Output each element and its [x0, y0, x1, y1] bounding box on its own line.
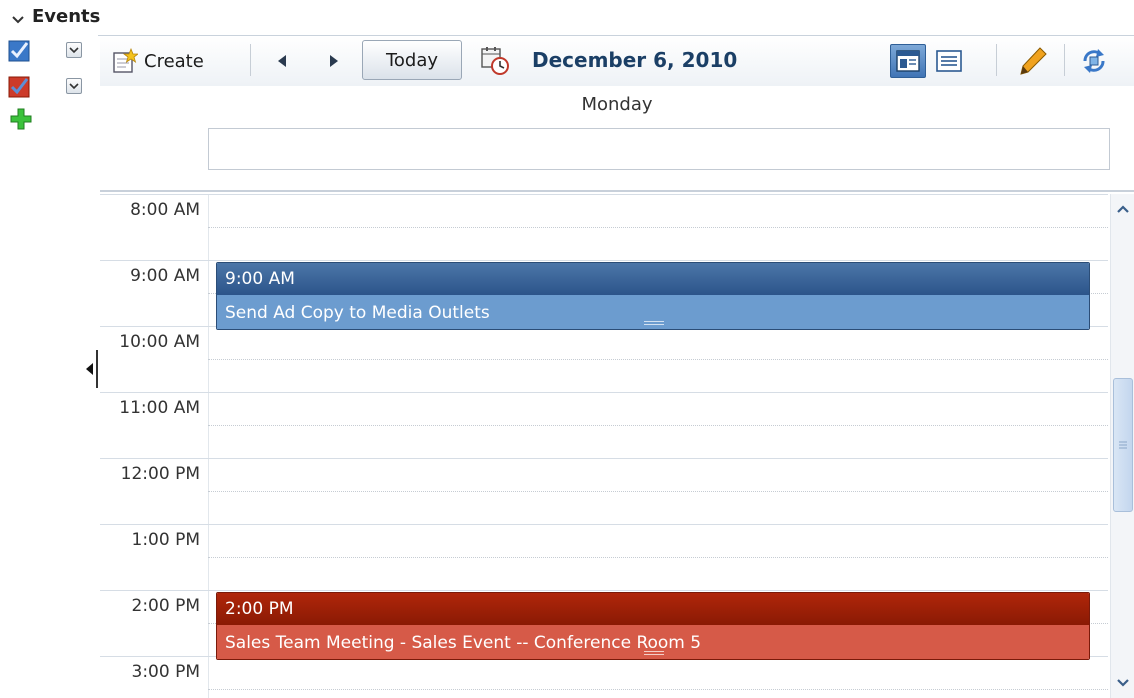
calendar-row-1: [8, 40, 88, 64]
edit-button[interactable]: [1018, 36, 1048, 86]
day-view-icon: [896, 50, 920, 72]
previous-arrow-icon: [278, 55, 286, 67]
event-resize-handle[interactable]: [644, 321, 664, 325]
collapse-left-arrow-icon: [86, 363, 93, 375]
time-grid: 8:00 AM 9:00 AM 10:00 AM 11:00 AM 12:00 …: [100, 194, 1108, 698]
calendar-toolbar: Create Today December 6, 2010: [100, 36, 1134, 86]
chevron-down-icon: [69, 83, 79, 90]
half-hour-line: [208, 425, 1108, 426]
hour-line: [100, 392, 1108, 393]
create-event-icon: [113, 48, 138, 73]
scroll-up-button[interactable]: [1112, 198, 1134, 220]
chevron-down-icon: [69, 47, 79, 54]
panel-title: Events: [32, 6, 101, 27]
toolbar-separator: [996, 44, 997, 76]
hour-label: 2:00 PM: [131, 596, 201, 616]
day-header: Monday: [100, 86, 1134, 192]
calendar-row-2: [8, 76, 88, 100]
day-view-button[interactable]: [890, 44, 926, 78]
half-hour-line: [208, 227, 1108, 228]
hour-label: 10:00 AM: [119, 332, 200, 352]
half-hour-line: [208, 689, 1108, 690]
toolbar-separator: [250, 44, 251, 76]
refresh-button[interactable]: [1080, 36, 1108, 86]
next-button[interactable]: [328, 36, 340, 86]
hour-line: [100, 260, 1108, 261]
hour-label: 9:00 AM: [130, 266, 200, 286]
calendar-picker-icon: [481, 47, 509, 75]
today-button[interactable]: Today: [362, 40, 462, 80]
event-time: 9:00 AM: [217, 263, 1089, 295]
hour-line: [100, 194, 1108, 195]
hour-label: 1:00 PM: [131, 530, 201, 550]
hour-label: 8:00 AM: [130, 200, 200, 220]
date-picker-button[interactable]: [480, 36, 510, 86]
create-button[interactable]: Create: [112, 36, 204, 86]
scrollbar-thumb[interactable]: [1113, 378, 1133, 512]
half-hour-line: [208, 491, 1108, 492]
event-time: 2:00 PM: [217, 593, 1089, 625]
half-hour-line: [208, 557, 1108, 558]
day-name-label: Monday: [581, 94, 653, 115]
half-hour-line: [208, 359, 1108, 360]
calendar-event[interactable]: 2:00 PM Sales Team Meeting - Sales Event…: [216, 592, 1090, 660]
add-calendar-icon[interactable]: [10, 108, 32, 130]
collapse-panel-button[interactable]: [8, 10, 28, 30]
grip-icon: [1119, 441, 1127, 449]
calendar-checkbox-icon[interactable]: [8, 76, 30, 98]
current-date-label: December 6, 2010: [532, 48, 738, 72]
next-arrow-icon: [330, 55, 338, 67]
all-day-events-area[interactable]: [208, 128, 1110, 170]
previous-button[interactable]: [276, 36, 288, 86]
list-view-button[interactable]: [936, 36, 962, 86]
create-button-label: Create: [144, 50, 204, 72]
hour-label: 11:00 AM: [119, 398, 200, 418]
calendar-event[interactable]: 9:00 AM Send Ad Copy to Media Outlets: [216, 262, 1090, 330]
chevron-down-icon: [12, 16, 24, 24]
pencil-icon: [1020, 47, 1047, 75]
toolbar-separator: [1064, 44, 1065, 76]
scroll-down-button[interactable]: [1112, 672, 1134, 694]
event-resize-handle[interactable]: [644, 651, 664, 655]
hour-line: [100, 590, 1108, 591]
calendar-options-button[interactable]: [66, 42, 82, 58]
hour-label: 12:00 PM: [120, 464, 200, 484]
refresh-icon: [1083, 49, 1105, 73]
hour-line: [100, 458, 1108, 459]
hour-line: [100, 524, 1108, 525]
panel-splitter-handle[interactable]: [84, 350, 98, 388]
chevron-up-icon: [1117, 205, 1129, 213]
vertical-scrollbar[interactable]: [1110, 194, 1134, 698]
list-view-icon: [936, 50, 962, 72]
panel-header: Events: [0, 0, 1134, 36]
chevron-down-icon: [1117, 679, 1129, 687]
calendar-options-button[interactable]: [66, 78, 82, 94]
calendar-checkbox-icon[interactable]: [8, 40, 30, 62]
hour-label: 3:00 PM: [131, 662, 201, 682]
